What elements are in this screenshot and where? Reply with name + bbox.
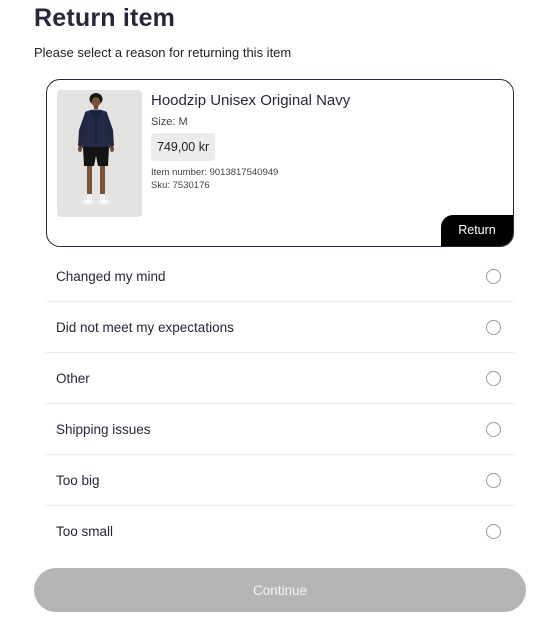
return-item-page: Return item Please select a reason for r… xyxy=(0,0,555,640)
radio-button[interactable] xyxy=(486,422,501,437)
item-card: Hoodzip Unisex Original Navy Size: M 749… xyxy=(46,79,514,247)
page-title: Return item xyxy=(34,4,176,32)
reason-label: Shipping issues xyxy=(56,422,151,437)
item-info: Hoodzip Unisex Original Navy Size: M 749… xyxy=(151,90,350,192)
radio-button[interactable] xyxy=(486,473,501,488)
item-sku: Sku: 7530176 xyxy=(151,180,210,191)
reason-option-shipping-issues[interactable]: Shipping issues xyxy=(46,404,514,455)
reason-option-changed-my-mind[interactable]: Changed my mind xyxy=(46,251,514,302)
reason-option-too-small[interactable]: Too small xyxy=(46,506,514,557)
page-subtitle: Please select a reason for returning thi… xyxy=(34,45,292,60)
continue-button[interactable]: Continue xyxy=(34,568,526,612)
reason-label: Too big xyxy=(56,473,100,488)
radio-button[interactable] xyxy=(486,371,501,386)
reason-label: Other xyxy=(56,371,90,386)
return-tag: Return xyxy=(441,215,513,246)
radio-button[interactable] xyxy=(486,320,501,335)
item-size: Size: M xyxy=(151,116,188,128)
item-price: 749,00 kr xyxy=(151,133,216,161)
reason-label: Too small xyxy=(56,524,114,539)
item-number: Item number: 9013817540949 xyxy=(151,167,279,178)
reason-option-too-big[interactable]: Too big xyxy=(46,455,514,506)
reason-option-other[interactable]: Other xyxy=(46,353,514,404)
item-name: Hoodzip Unisex Original Navy xyxy=(151,92,351,109)
reason-label: Did not meet my expectations xyxy=(56,320,234,335)
product-image xyxy=(57,90,142,217)
product-photo-icon xyxy=(57,90,142,217)
reason-list: Changed my mind Did not meet my expectat… xyxy=(46,251,514,557)
reason-label: Changed my mind xyxy=(56,269,166,284)
reason-option-did-not-meet-expectations[interactable]: Did not meet my expectations xyxy=(46,302,514,353)
radio-button[interactable] xyxy=(486,269,501,284)
radio-button[interactable] xyxy=(486,524,501,539)
